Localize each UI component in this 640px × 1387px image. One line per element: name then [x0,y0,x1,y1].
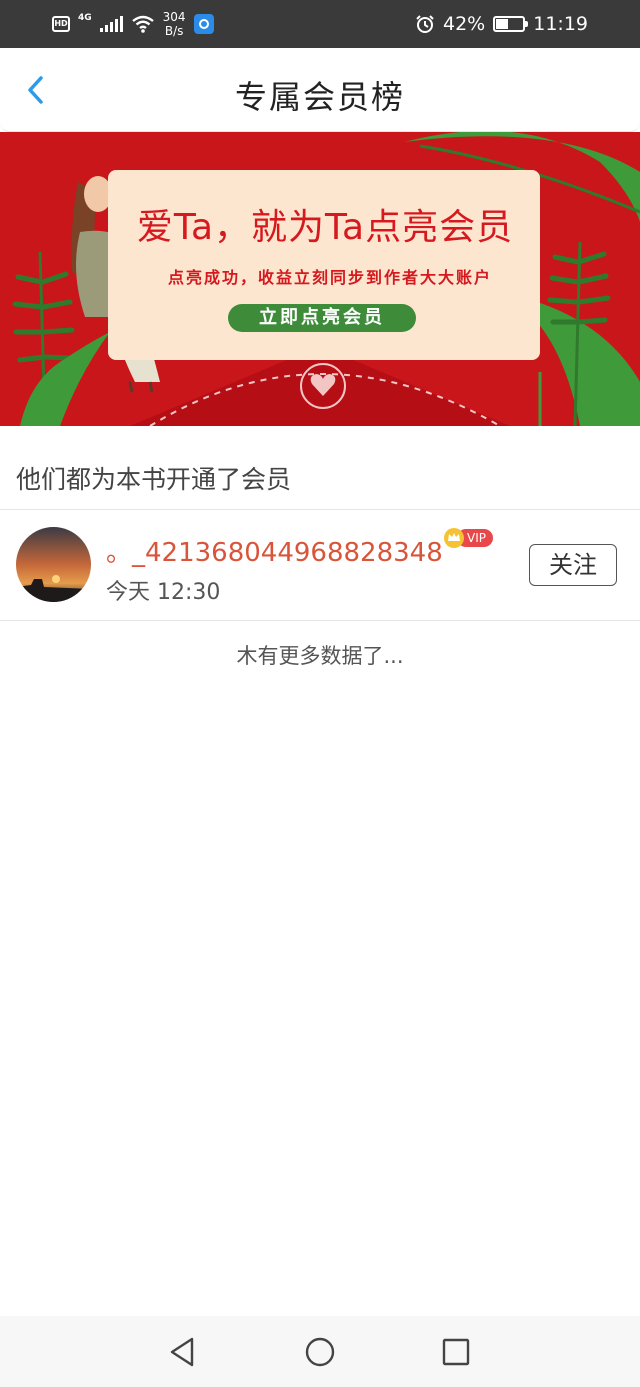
system-nav-bar [0,1316,640,1387]
recents-square-icon[interactable] [438,1334,474,1370]
status-right: 42% 11:19 [415,0,588,48]
status-bar: HD 4G 304 B/s 42% 11:19 [0,0,640,48]
list-item[interactable]: 。_421368044968828348 VIP 今天 12:30 关注 [0,510,640,620]
section-title: 他们都为本书开通了会员 [16,465,292,494]
status-left: HD 4G 304 B/s [52,0,214,48]
member-time: 今天 12:30 [106,580,221,605]
battery-icon [493,16,529,32]
clock: 11:19 [533,13,588,35]
member-name[interactable]: 。_421368044968828348 [106,532,443,569]
speed-unit: B/s [164,24,184,38]
network-type: 4G [78,13,92,23]
back-triangle-icon[interactable] [164,1334,200,1370]
speed-value: 304 [162,10,186,24]
app-notification-icon [193,14,214,34]
promo-banner[interactable]: 爱Ta，就为Ta点亮会员 点亮成功，收益立刻同步到作者大大账户 立即点亮会员 [0,132,640,426]
alarm-icon [416,15,434,33]
banner-subtitle: 点亮成功，收益立刻同步到作者大大账户 [167,268,492,287]
wifi-icon [131,15,154,33]
divider [0,620,640,621]
home-circle-icon[interactable] [302,1334,338,1370]
network-speed: 304 B/s [163,10,186,38]
light-up-membership-button[interactable]: 立即点亮会员 [228,304,416,332]
app-header: 专属会员榜 [0,48,640,132]
battery-percent: 42% [443,13,486,35]
page-title: 专属会员榜 [234,78,405,116]
hd-icon: HD [52,16,70,32]
follow-button[interactable]: 关注 [529,544,617,586]
no-more-data-text: 木有更多数据了... [236,644,404,668]
battery-fill [496,19,508,29]
crown-icon [444,528,464,548]
vip-badge: VIP [443,527,493,551]
signal-icon [99,16,123,32]
banner-headline: 爱Ta，就为Ta点亮会员 [136,207,514,248]
avatar-image [16,527,91,602]
avatar[interactable] [16,527,91,602]
